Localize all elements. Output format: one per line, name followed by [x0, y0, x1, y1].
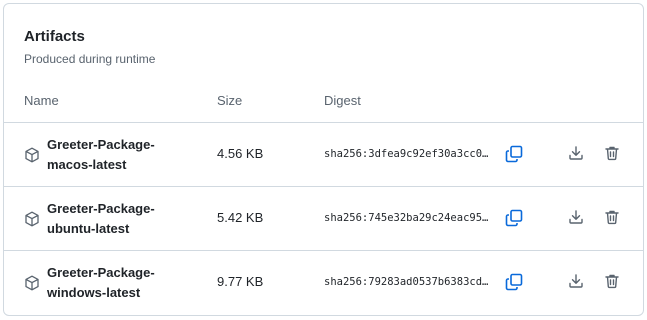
package-icon	[24, 275, 40, 291]
artifacts-panel: Artifacts Produced during runtime Name S…	[3, 3, 644, 316]
artifact-size: 5.42 KB	[217, 210, 264, 225]
table-header: Name Size Digest	[4, 90, 643, 122]
table-row: Greeter-Package- macos-latest 4.56 KB sh…	[4, 122, 643, 186]
artifact-digest: sha256:3dfea9c92ef30a3cc0…	[324, 148, 489, 160]
column-header-size: Size	[217, 93, 243, 108]
artifacts-subtitle: Produced during runtime	[24, 52, 156, 66]
artifact-name-link[interactable]: Greeter-Package- windows-latest	[47, 263, 177, 303]
column-header-digest: Digest	[324, 93, 361, 108]
copy-icon[interactable]	[505, 273, 523, 291]
download-icon[interactable]	[568, 145, 584, 161]
download-icon[interactable]	[568, 209, 584, 225]
table-row: Greeter-Package- windows-latest 9.77 KB …	[4, 250, 643, 314]
trash-icon[interactable]	[604, 273, 620, 289]
download-icon[interactable]	[568, 273, 584, 289]
artifact-size: 4.56 KB	[217, 146, 264, 161]
package-icon	[24, 147, 40, 163]
column-header-name: Name	[24, 93, 59, 108]
artifact-digest: sha256:745e32ba29c24eac95…	[324, 212, 489, 224]
package-icon	[24, 211, 40, 227]
trash-icon[interactable]	[604, 145, 620, 161]
artifacts-title: Artifacts	[24, 28, 85, 45]
table-row: Greeter-Package- ubuntu-latest 5.42 KB s…	[4, 186, 643, 250]
artifact-size: 9.77 KB	[217, 274, 264, 289]
copy-icon[interactable]	[505, 209, 523, 227]
trash-icon[interactable]	[604, 209, 620, 225]
artifact-name-link[interactable]: Greeter-Package- macos-latest	[47, 135, 177, 175]
artifact-name-link[interactable]: Greeter-Package- ubuntu-latest	[47, 199, 177, 239]
artifact-digest: sha256:79283ad0537b6383cd…	[324, 276, 489, 288]
copy-icon[interactable]	[505, 145, 523, 163]
